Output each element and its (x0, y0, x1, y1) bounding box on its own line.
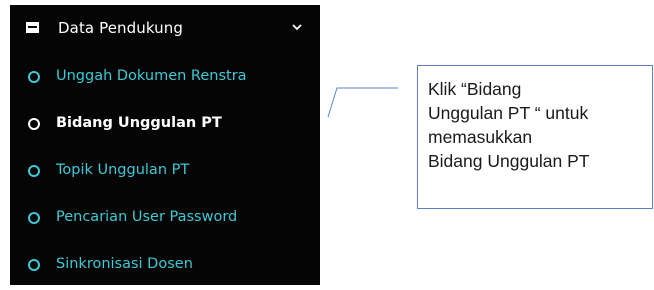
sidebar-item-topik-unggulan-pt[interactable]: Topik Unggulan PT (10, 154, 320, 188)
chevron-down-icon[interactable] (291, 22, 303, 32)
callout-line: Bidang Unggulan PT (428, 151, 590, 171)
sidebar-item-unggah-dokumen-renstra[interactable]: Unggah Dokumen Renstra (10, 60, 320, 94)
callout-box: Klik “Bidang Unggulan PT “ untuk memasuk… (417, 65, 653, 209)
sidebar-item-pencarian-user-password[interactable]: Pencarian User Password (10, 201, 320, 235)
circle-outline-icon (28, 165, 40, 177)
circle-outline-icon (28, 118, 40, 130)
sidebar-item-label: Topik Unggulan PT (56, 162, 190, 178)
sidebar-item-label: Unggah Dokumen Renstra (56, 68, 247, 84)
sidebar-item-label: Bidang Unggulan PT (56, 115, 222, 131)
circle-outline-icon (28, 259, 40, 271)
callout-text: Klik “Bidang Unggulan PT “ untuk memasuk… (428, 77, 650, 173)
callout-line: memasukkan (428, 127, 533, 147)
sidebar-item-label: Sinkronisasi Dosen (56, 256, 193, 272)
circle-outline-icon (28, 71, 40, 83)
archive-box-icon (26, 22, 39, 33)
section-label: Data Pendukung (58, 19, 184, 37)
callout-line: Klik “Bidang (428, 79, 522, 99)
circle-outline-icon (28, 212, 40, 224)
screenshot-root: Data Pendukung Unggah Dokumen Renstra Bi… (0, 0, 654, 290)
sidebar: Data Pendukung Unggah Dokumen Renstra Bi… (10, 5, 320, 285)
sidebar-item-bidang-unggulan-pt[interactable]: Bidang Unggulan PT (10, 107, 320, 141)
sidebar-section-data-pendukung[interactable]: Data Pendukung (10, 5, 320, 51)
sidebar-item-label: Pencarian User Password (56, 209, 238, 225)
callout-line: Unggulan PT “ untuk (428, 103, 589, 123)
sidebar-item-sinkronisasi-dosen[interactable]: Sinkronisasi Dosen (10, 248, 320, 282)
